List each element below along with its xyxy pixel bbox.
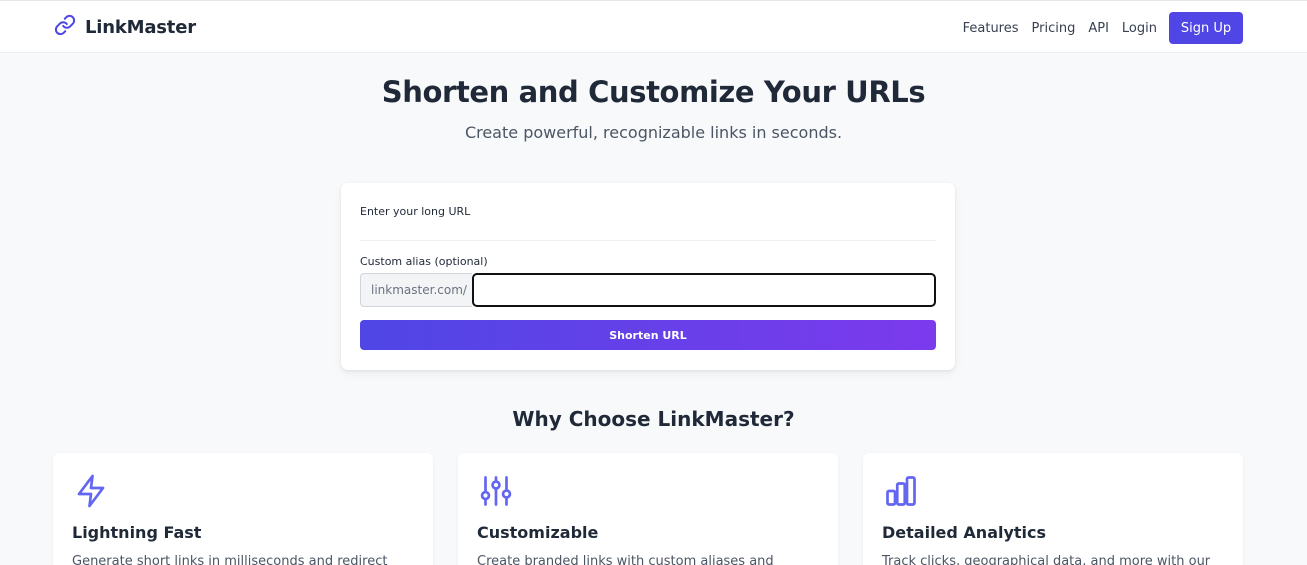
feature-title: Lightning Fast xyxy=(72,523,202,542)
hero-title: Shorten and Customize Your URLs xyxy=(381,75,926,109)
sliders-icon xyxy=(478,473,514,509)
features-title: Why Choose LinkMaster? xyxy=(512,407,795,431)
lightning-icon xyxy=(73,473,109,509)
shorten-form-card: Enter your long URL Custom alias (option… xyxy=(341,183,955,370)
shorten-url-button[interactable]: Shorten URL xyxy=(360,320,936,350)
url-label: Enter your long URL xyxy=(360,205,471,218)
feature-description: Track clicks, geographical data, and mor… xyxy=(882,554,1211,565)
feature-card-customizable: Customizable Create branded links with c… xyxy=(458,453,838,565)
signup-button[interactable]: Sign Up xyxy=(1169,12,1243,44)
feature-card-fast: Lightning Fast Generate short links in m… xyxy=(53,453,433,565)
nav-link-features[interactable]: Features xyxy=(963,21,1019,36)
link-icon xyxy=(54,14,76,40)
nav-links: Features Pricing API Login Sign Up xyxy=(963,12,1243,44)
custom-alias-input[interactable] xyxy=(472,273,936,307)
feature-description: Create branded links with custom aliases… xyxy=(477,554,774,565)
alias-label: Custom alias (optional) xyxy=(360,255,488,268)
brand-name: LinkMaster xyxy=(85,16,196,38)
feature-description: Generate short links in milliseconds and… xyxy=(72,554,388,565)
nav-link-pricing[interactable]: Pricing xyxy=(1032,21,1076,36)
feature-title: Customizable xyxy=(477,523,599,542)
hero-subtitle: Create powerful, recognizable links in s… xyxy=(464,123,843,142)
long-url-input[interactable] xyxy=(360,221,936,241)
bar-chart-icon xyxy=(883,473,919,509)
nav-link-login[interactable]: Login xyxy=(1122,21,1157,36)
feature-title: Detailed Analytics xyxy=(882,523,1047,542)
feature-card-analytics: Detailed Analytics Track clicks, geograp… xyxy=(863,453,1243,565)
navbar: LinkMaster Features Pricing API Login Si… xyxy=(0,0,1307,53)
alias-prefix: linkmaster.com/ xyxy=(360,273,472,307)
brand-logo[interactable]: LinkMaster xyxy=(54,14,196,40)
nav-link-api[interactable]: API xyxy=(1088,21,1109,36)
